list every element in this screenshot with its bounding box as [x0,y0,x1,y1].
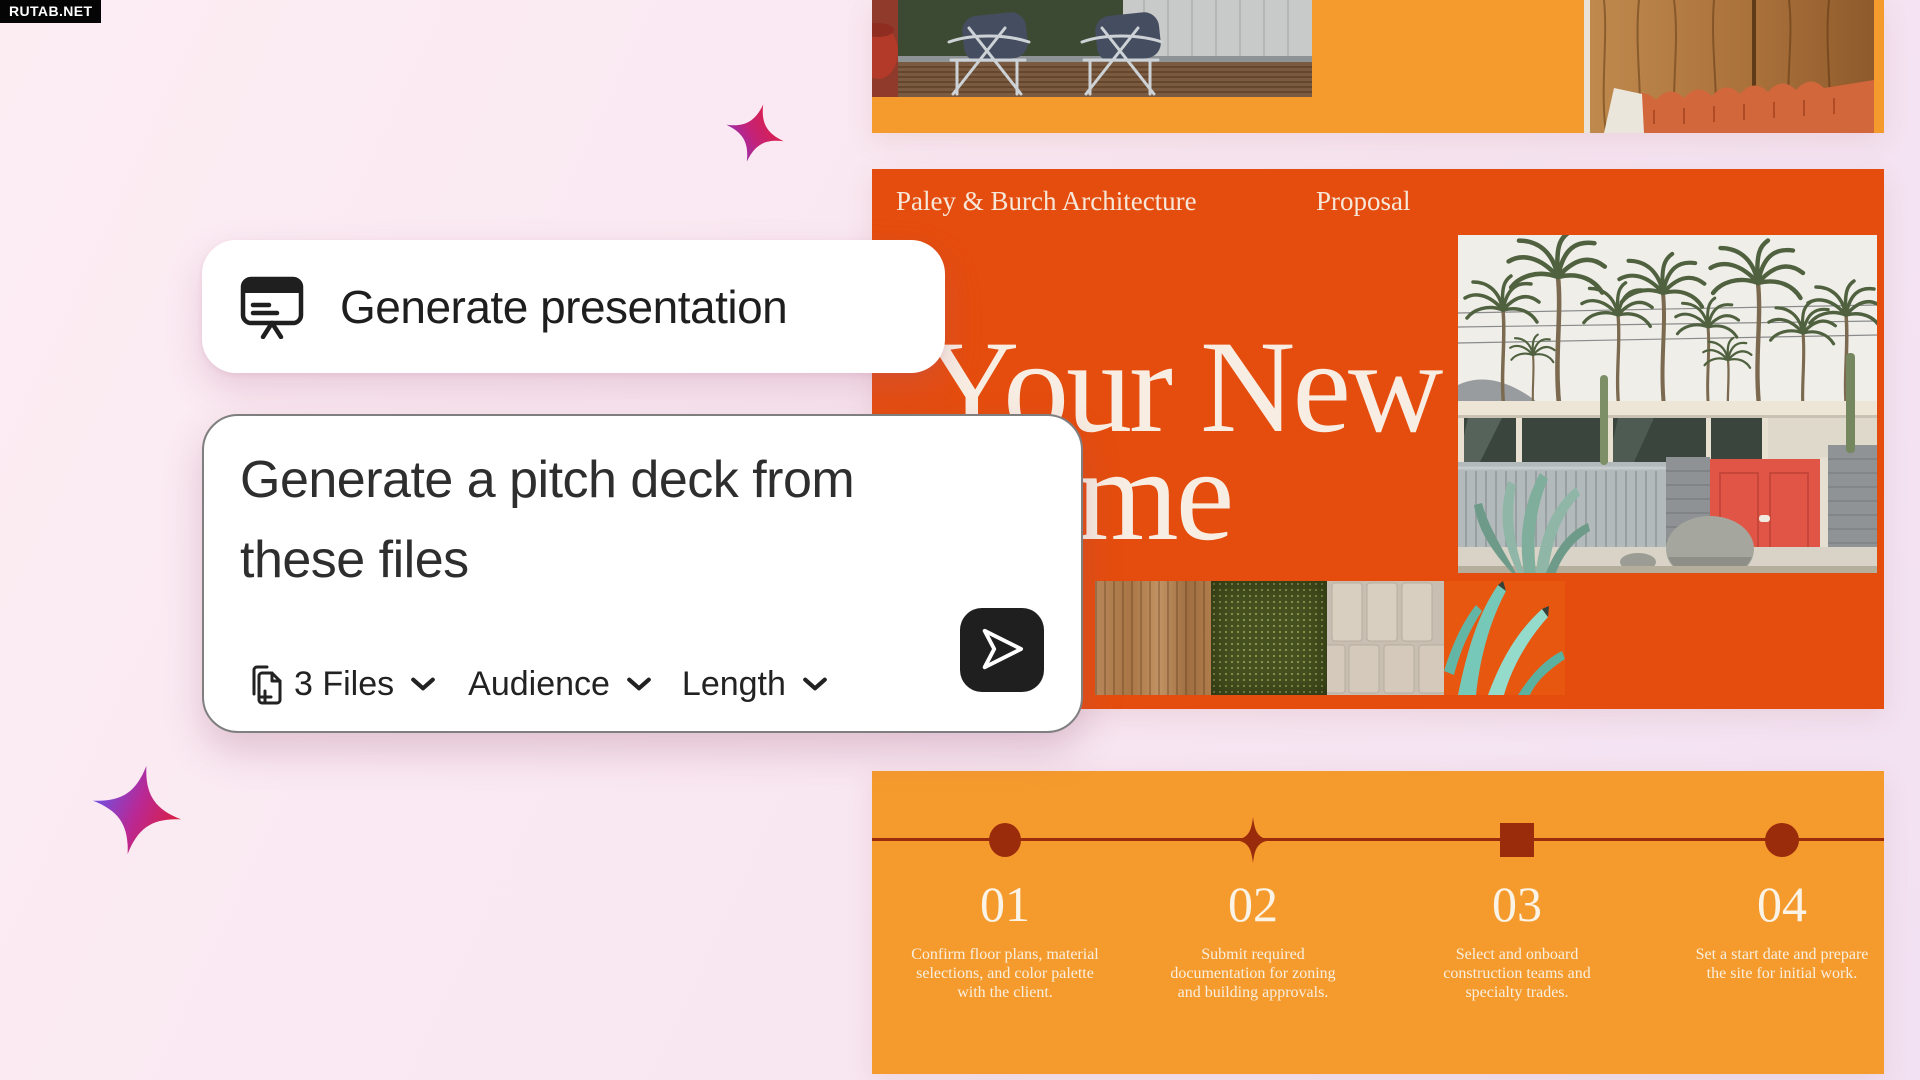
milestone-text: Submit required documentation for zoning… [1158,945,1348,1002]
generate-presentation-chip[interactable]: Generate presentation [202,240,945,373]
milestone-text: Select and onboard construction teams an… [1422,945,1612,1002]
firefly-sparkle-icon [81,753,193,866]
prompt-line-1: Generate a pitch deck from [240,440,854,520]
timeline-marker-circle [989,823,1021,857]
generate-presentation-promo: Paley & Burch Architecture Proposal Your… [0,0,1920,1080]
material-swatches [1095,581,1565,695]
add-files-icon [246,661,286,707]
files-dropdown[interactable]: 3 Files [246,661,436,707]
swatch-green-fabric [1211,581,1327,695]
photo-chrome-chairs [872,0,1312,97]
audience-dropdown[interactable]: Audience [468,665,652,704]
milestone-text: Confirm floor plans, material selections… [910,945,1100,1002]
slide-preview-top [872,0,1884,133]
chip-label: Generate presentation [340,280,787,334]
proposal-doc-label: Proposal [1316,186,1411,217]
send-button[interactable] [960,608,1044,692]
milestone-1: 01 Confirm floor plans, material selecti… [910,877,1100,1002]
send-icon [976,623,1028,678]
chevron-down-icon [802,676,828,692]
milestone-text: Set a start date and prepare the site fo… [1687,945,1877,983]
length-dropdown[interactable]: Length [682,665,828,704]
prompt-card[interactable]: Generate a pitch deck from these files [202,414,1083,733]
milestone-number: 03 [1422,877,1612,931]
milestone-4: 04 Set a start date and prepare the site… [1687,877,1877,983]
swatch-beige-tile [1327,581,1444,695]
timeline-line [872,838,1884,841]
prompt-text[interactable]: Generate a pitch deck from these files [240,440,854,600]
watermark: RUTAB.NET [0,0,101,23]
length-dropdown-label: Length [682,665,786,704]
milestone-number: 01 [910,877,1100,931]
audience-dropdown-label: Audience [468,665,610,704]
chevron-down-icon [626,676,652,692]
firefly-sparkle-icon [716,93,794,174]
photo-wood-panel-sofa [1584,0,1874,133]
timeline-marker-square [1500,823,1534,857]
files-dropdown-label: 3 Files [294,665,394,704]
timeline-marker-circle [1765,823,1799,857]
swatch-wood [1095,581,1211,695]
prompt-line-2: these files [240,520,854,600]
milestone-number: 02 [1158,877,1348,931]
timeline-marker-star [1235,817,1271,868]
proposal-company-name: Paley & Burch Architecture [896,186,1197,217]
slide-preview-timeline: 01 Confirm floor plans, material selecti… [872,771,1884,1074]
photo-palm-springs-house [1458,235,1877,573]
chevron-down-icon [410,676,436,692]
swatch-agave-photo [1444,581,1565,695]
prompt-controls: 3 Files Audience Length [246,660,828,708]
milestone-2: 02 Submit required documentation for zon… [1158,877,1348,1002]
milestone-number: 04 [1687,877,1877,931]
milestone-3: 03 Select and onboard construction teams… [1422,877,1612,1002]
presentation-icon [238,275,306,339]
